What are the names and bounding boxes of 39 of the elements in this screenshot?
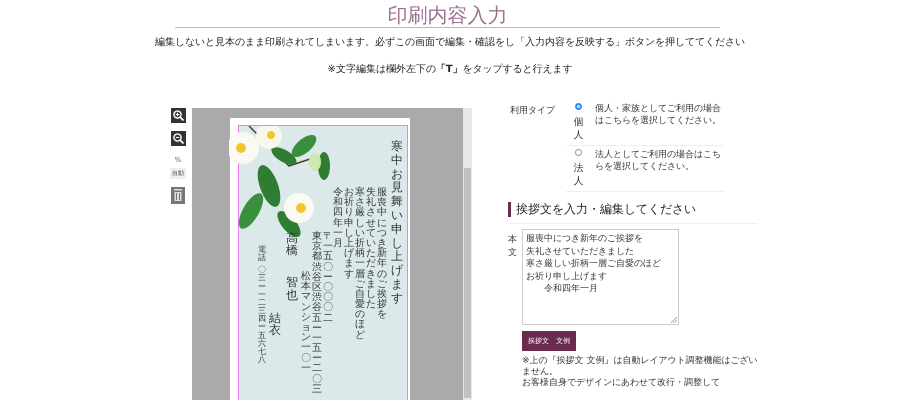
text-line: 失礼させていただきました <box>526 246 634 258</box>
zoom-out-icon[interactable] <box>170 131 186 146</box>
text-line: 寒さ厳しい折柄一層ご自愛のほど <box>526 258 661 271</box>
phone-label: 電話 <box>258 246 266 262</box>
radio-label: 個人 <box>574 116 584 142</box>
option-description: 個人・家族としてご利用の場合はこちらを選択してください。 <box>594 103 722 128</box>
message-line: 失礼させていただきました <box>366 188 376 312</box>
field-label: 利用タイプ <box>509 104 556 118</box>
message-line: お祈り申し上げます <box>344 188 354 282</box>
postal-code: 〒一五〇ー〇〇〇二 <box>323 232 333 326</box>
text-line: お祈り申し上げます <box>526 270 607 284</box>
resize-grip-icon[interactable] <box>671 317 677 323</box>
note-text: お客様自身でデザインにあわせて改行・調整して <box>522 378 721 389</box>
note-text: ※上の『挨拶文 文例』は自動レイアウト調整機能はございません。 <box>522 356 758 378</box>
text-line: 服喪中につき新年のご挨拶を <box>526 233 643 246</box>
option-description: 法人としてご利用の場合はこちらを選択してください。 <box>594 149 722 174</box>
section-heading: 挨拶文を入力・編集してください <box>508 202 758 217</box>
radio-button[interactable] <box>575 103 582 110</box>
message-line: 服喪中につき新年のご挨拶を <box>377 188 387 322</box>
radio-button[interactable] <box>575 149 582 156</box>
given-name: 智也 <box>286 276 298 301</box>
field-label: 本文 <box>508 234 518 260</box>
scrollbar[interactable] <box>463 108 472 400</box>
family-name: 高橋 <box>286 232 298 256</box>
message-line: 寒さ厳しい折柄一層ご自愛のほど <box>355 188 365 343</box>
phone-number: 〇三ー一二三四ー五六七八 <box>258 266 266 364</box>
given-name: 結衣 <box>269 312 281 340</box>
address-text: 東京都渋谷区渋谷五ー一五ー二〇三 <box>312 232 322 395</box>
greeting-title: 寒中お見舞い申し上げます <box>391 140 403 307</box>
page-title: 印刷内容入力 <box>175 0 720 28</box>
message-line: 令和四年一月 <box>333 188 343 251</box>
instruction-text: 編集しないと見本のまま印刷されてしまいます。必ずこの画面で編集・確認をし「入力内容を反映する」ボタンを押しててください <box>154 36 746 49</box>
building-text: 松本マンション一〇一 <box>301 272 311 376</box>
message-textarea[interactable]: 服喪中につき新年のご挨拶を 失礼させていただきました 寒さ厳しい折柄一層ご自愛のほど お祈り申し上げます 令和四年一月 <box>522 229 679 325</box>
hint-text: ※文字編集は欄外左下の「T」をタップすると行えます <box>326 62 574 76</box>
zoom-in-icon[interactable] <box>170 108 186 123</box>
trash-icon[interactable] <box>171 187 185 204</box>
text-line: 令和四年一月 <box>543 283 598 296</box>
radio-label: 法人 <box>574 162 584 188</box>
